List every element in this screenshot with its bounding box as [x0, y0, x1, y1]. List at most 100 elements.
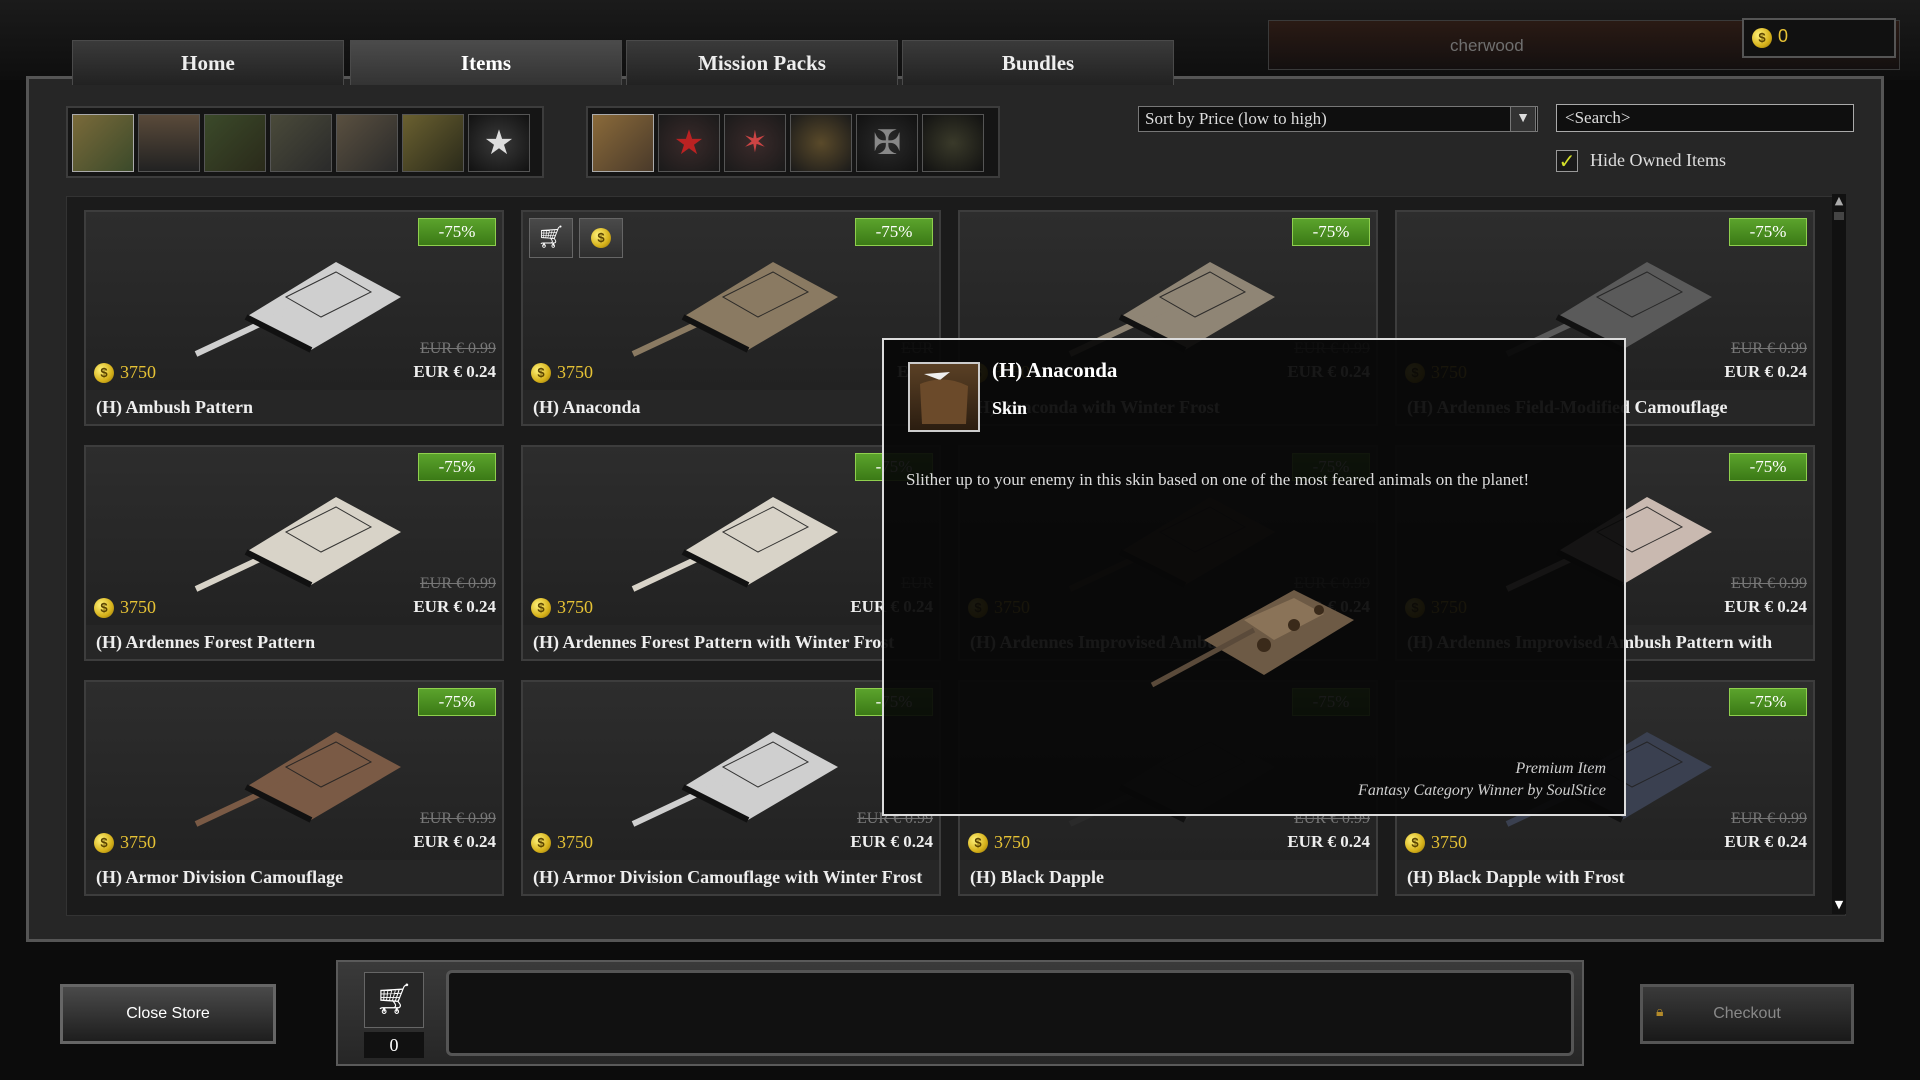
- sale-price: EUR € 0.24: [1287, 832, 1370, 851]
- coin-price-value: 3750: [994, 832, 1030, 852]
- tab-home[interactable]: Home: [72, 40, 344, 85]
- item-name: (H) Anaconda: [523, 390, 939, 424]
- discount-badge: -75%: [418, 453, 496, 481]
- filter-commander-icon[interactable]: [138, 114, 200, 172]
- skin-icon: [908, 362, 980, 432]
- coin-price: $3750: [968, 832, 1030, 853]
- tab-items[interactable]: Items: [350, 40, 622, 85]
- coin-price-value: 3750: [557, 362, 593, 382]
- scroll-down-icon[interactable]: ▼: [1832, 898, 1846, 912]
- tab-bundles[interactable]: Bundles: [902, 40, 1174, 85]
- filter-all-icon[interactable]: [72, 114, 134, 172]
- coin-price-value: 3750: [1431, 832, 1467, 852]
- cart-count: 0: [364, 1032, 424, 1058]
- close-store-button[interactable]: Close Store: [60, 984, 276, 1044]
- faction-commonwealth-icon[interactable]: [922, 114, 984, 172]
- faction-all-icon[interactable]: [592, 114, 654, 172]
- original-price: EUR € 0.99: [420, 340, 496, 357]
- search-input[interactable]: <Search>: [1556, 104, 1854, 132]
- player-name: cherwood: [1450, 36, 1524, 55]
- coin-price: $3750: [94, 597, 156, 618]
- sale-price: EUR € 0.24: [850, 832, 933, 851]
- coin-price: $3750: [94, 362, 156, 383]
- scrollbar[interactable]: [1832, 194, 1846, 914]
- buy-with-coins-button[interactable]: $: [579, 218, 623, 258]
- sale-price: EUR € 0.24: [413, 597, 496, 616]
- tab-mission-packs[interactable]: Mission Packs: [626, 40, 898, 85]
- coin-price: $3750: [531, 362, 593, 383]
- tooltip-description: Slither up to your enemy in this skin ba…: [906, 470, 1530, 489]
- filter-star-icon[interactable]: ★: [468, 114, 530, 172]
- hide-owned-checkbox[interactable]: ✓: [1556, 150, 1578, 172]
- item-card[interactable]: -75%EUR € 0.99EUR € 0.24$3750(H) Armor D…: [84, 680, 504, 896]
- filter-victory-strike-icon[interactable]: [402, 114, 464, 172]
- sale-price: EUR € 0.24: [1724, 832, 1807, 851]
- discount-badge: -75%: [1729, 218, 1807, 246]
- coin-icon: $: [94, 833, 114, 853]
- coin-price-value: 3750: [120, 832, 156, 852]
- filter-bulletin-icon[interactable]: [270, 114, 332, 172]
- discount-badge: -75%: [855, 218, 933, 246]
- coin-icon: $: [1752, 28, 1772, 48]
- tooltip-premium: Premium Item: [1515, 760, 1607, 777]
- item-name: (H) Ambush Pattern: [86, 390, 502, 424]
- original-price: EUR € 0.99: [1731, 340, 1807, 357]
- item-name: (H) Black Dapple with Frost: [1397, 860, 1813, 894]
- sort-dropdown[interactable]: Sort by Price (low to high): [1138, 106, 1538, 132]
- coin-icon: $: [968, 833, 988, 853]
- coin-icon: $: [1405, 833, 1425, 853]
- coin-icon: $: [531, 598, 551, 618]
- item-name: (H) Ardennes Forest Pattern with Winter …: [523, 625, 939, 659]
- item-card[interactable]: -75%EUREUR € 0.24$3750(H) Ardennes Fores…: [521, 445, 941, 661]
- hide-owned-label: Hide Owned Items: [1590, 150, 1726, 170]
- tank-image: [631, 497, 838, 592]
- filter-faceplate-icon[interactable]: [336, 114, 398, 172]
- coin-icon: $: [591, 228, 611, 248]
- category-filter-bar: ★: [66, 106, 544, 178]
- tooltip-type: Skin: [992, 398, 1028, 418]
- faction-okw-icon[interactable]: [790, 114, 852, 172]
- scroll-up-icon[interactable]: ▲: [1832, 194, 1846, 208]
- item-card[interactable]: -75%EUREUR$3750(H) Anaconda🛒︎$: [521, 210, 941, 426]
- tank-image: [631, 732, 838, 827]
- chevron-down-icon[interactable]: ▼: [1510, 106, 1536, 132]
- coin-price-value: 3750: [557, 597, 593, 617]
- coin-price: $3750: [531, 832, 593, 853]
- item-card[interactable]: -75% EUR € 0.99 EUR € 0.24 $3750 (H) Ambush …: [84, 210, 504, 426]
- coin-price-value: 3750: [557, 832, 593, 852]
- coin-price: $3750: [1405, 832, 1467, 853]
- tank-image: [194, 732, 401, 827]
- original-price: EUR € 0.99: [420, 810, 496, 827]
- tooltip-winner: Fantasy Category Winner by SoulStice: [1358, 782, 1606, 799]
- item-card[interactable]: -75%EUR € 0.99EUR € 0.24$3750(H) Armor D…: [521, 680, 941, 896]
- sale-price: EUR € 0.24: [1724, 362, 1807, 381]
- add-to-cart-icon[interactable]: 🛒︎: [529, 218, 573, 258]
- coin-price-value: 3750: [120, 362, 156, 382]
- faction-filter-bar: ★ ✶ ✠: [586, 106, 1000, 178]
- faction-guards-icon[interactable]: ✶: [724, 114, 786, 172]
- shopping-cart-icon[interactable]: 🛒︎: [364, 972, 424, 1028]
- coin-price: $3750: [531, 597, 593, 618]
- coin-price-value: 3750: [120, 597, 156, 617]
- tank-image: [194, 262, 401, 357]
- coin-icon: $: [94, 598, 114, 618]
- filter-skin-icon[interactable]: [204, 114, 266, 172]
- item-name: (H) Black Dapple: [960, 860, 1376, 894]
- faction-soviet-icon[interactable]: ★: [658, 114, 720, 172]
- original-price: EUR € 0.99: [1731, 810, 1807, 827]
- discount-badge: -75%: [1729, 688, 1807, 716]
- discount-badge: -75%: [1729, 453, 1807, 481]
- item-name: (H) Ardennes Forest Pattern: [86, 625, 502, 659]
- checkout-button[interactable]: Checkout: [1640, 984, 1854, 1044]
- tank-image: [631, 262, 838, 357]
- coin-balance: $ 0: [1742, 18, 1896, 58]
- scroll-thumb[interactable]: [1834, 212, 1844, 220]
- discount-badge: -75%: [1292, 218, 1370, 246]
- faction-wehrmacht-icon[interactable]: ✠: [856, 114, 918, 172]
- lock-icon: 🔒︎: [1656, 1004, 1664, 1020]
- item-card[interactable]: -75% EUR € 0.99 EUR € 0.24 $3750 (H) Ardenne…: [84, 445, 504, 661]
- discount-badge: -75%: [418, 218, 496, 246]
- sale-price: EUR € 0.24: [413, 832, 496, 851]
- tank-image: [194, 497, 401, 592]
- coin-icon: $: [531, 363, 551, 383]
